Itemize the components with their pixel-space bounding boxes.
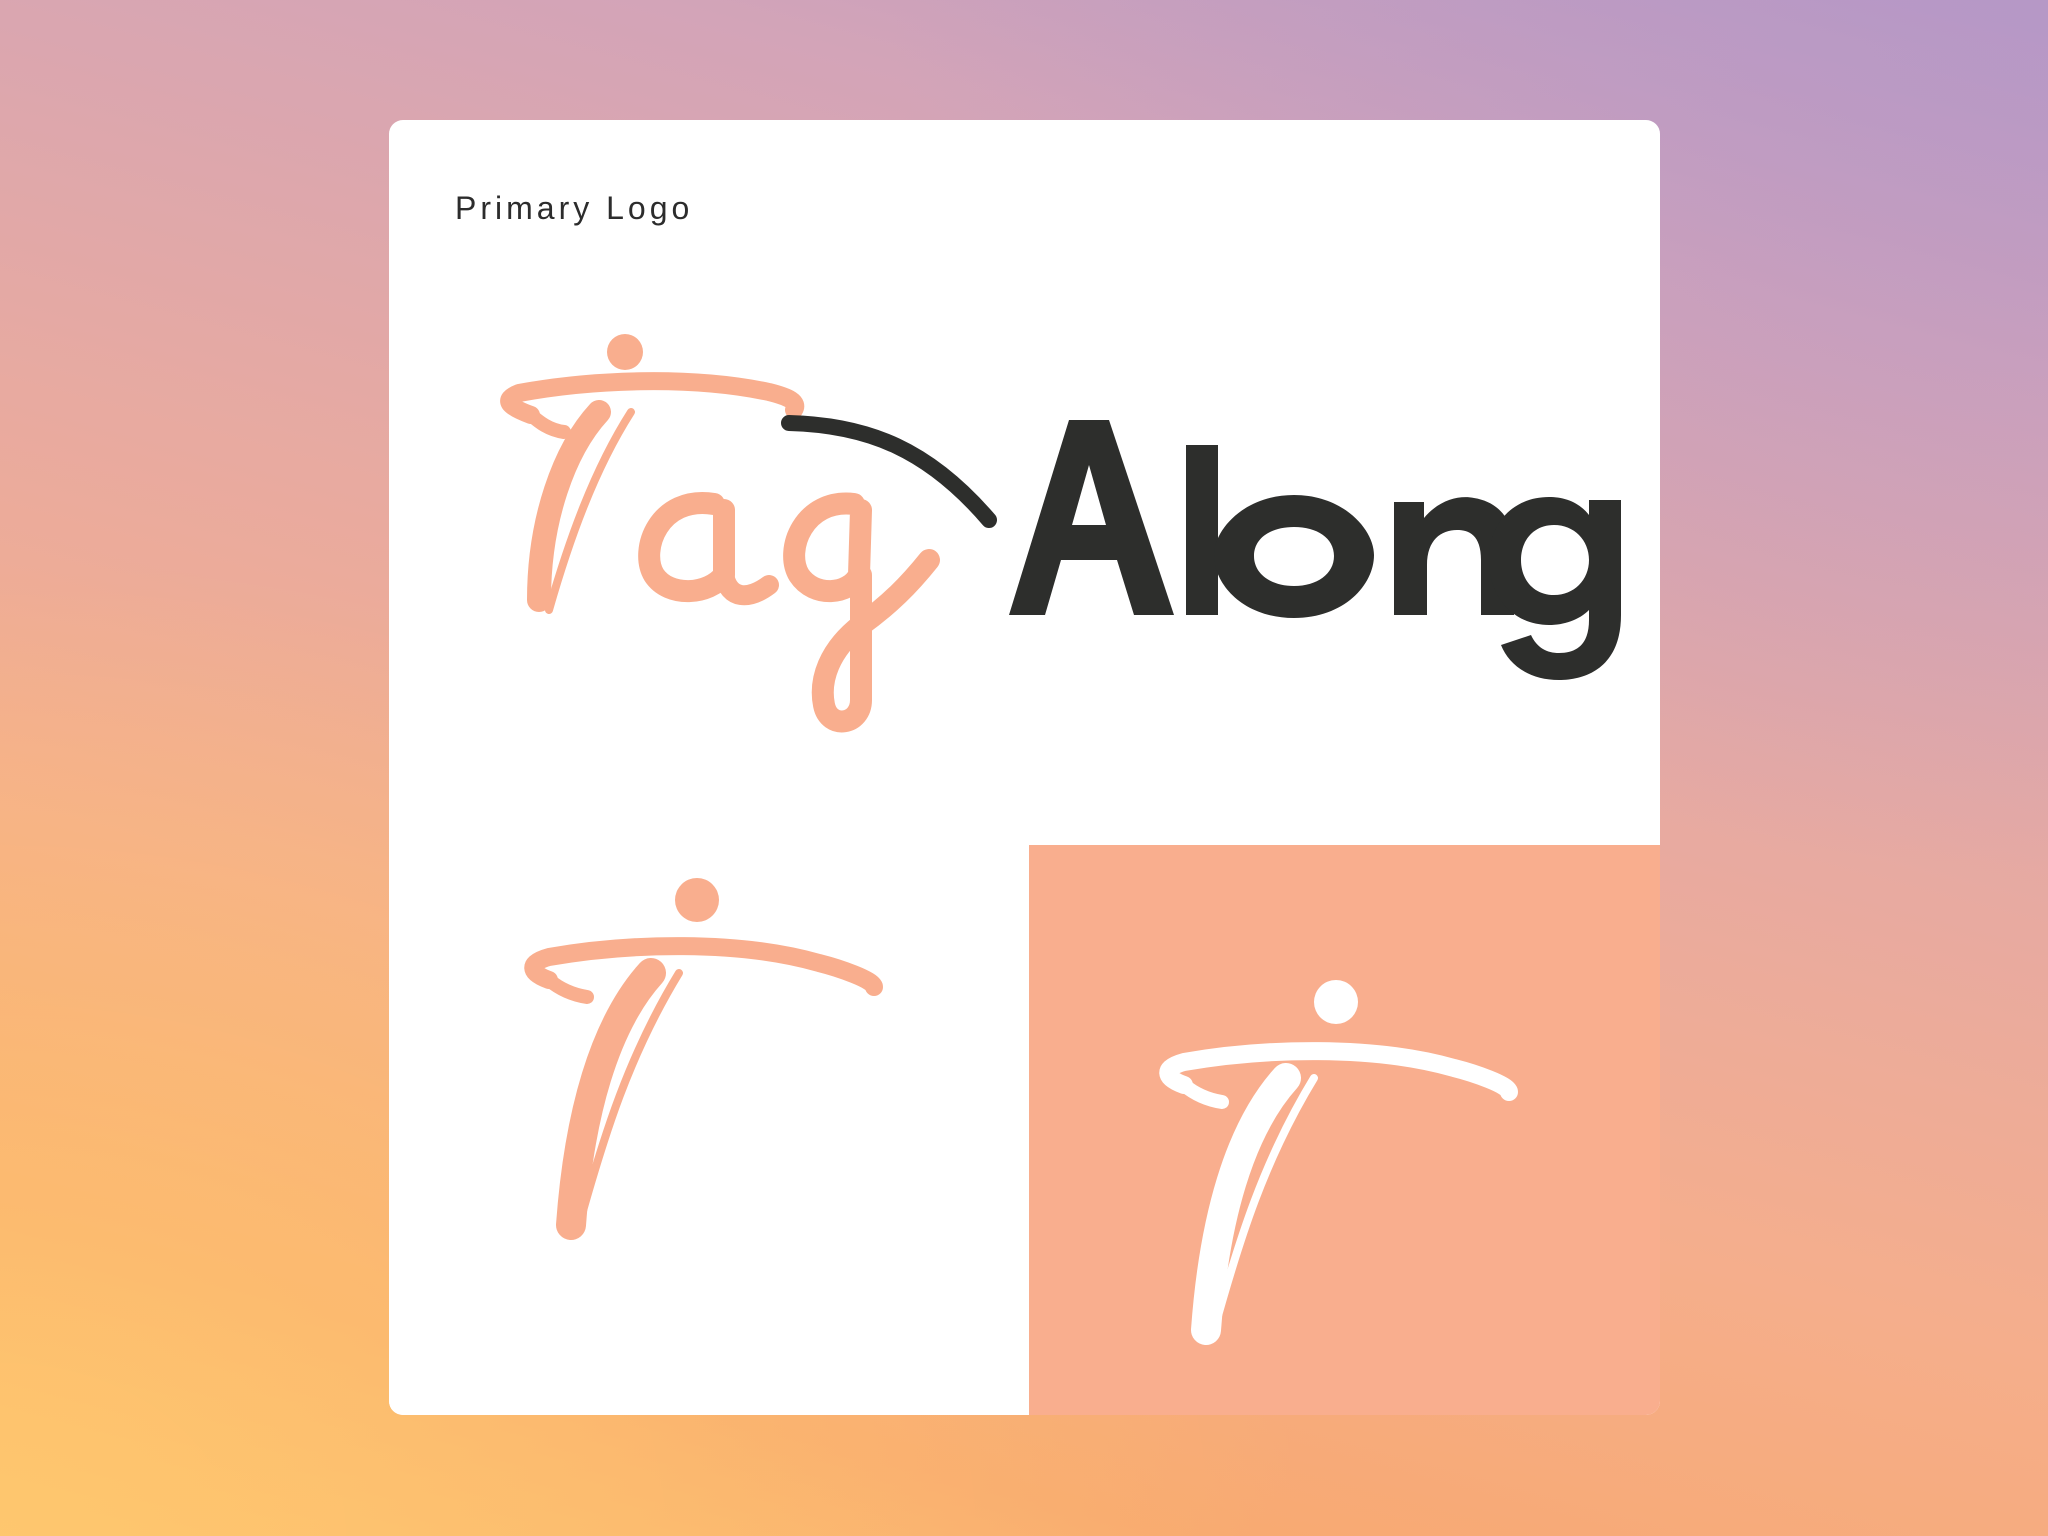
icon-body-reversed [1191,1063,1301,1345]
person-t-icon [524,878,883,1240]
icon-head-reversed [1314,980,1358,1024]
along-letter-o [1214,495,1374,618]
along-letter-l [1186,445,1218,615]
icon-body [556,958,666,1240]
icon-on-white-panel [389,845,1029,1415]
logo-card: Primary Logo [389,120,1660,1415]
icon-arms-reversed [1159,1042,1518,1101]
tag-stem [527,400,611,612]
primary-logo: Tag Along [389,120,1660,840]
tag-crossbar [500,372,805,424]
icon-arms [524,937,883,996]
tag-letter-a [638,492,735,603]
icon-on-peach-panel [1029,845,1660,1415]
tag-head-dot [607,334,643,370]
icon-head [675,878,719,922]
along-letter-a [1009,420,1174,615]
along-letters [1009,420,1621,680]
tagalong-logo-graphic [500,334,1621,733]
person-t-icon-reversed [1159,980,1518,1345]
along-letter-g [1489,497,1621,680]
